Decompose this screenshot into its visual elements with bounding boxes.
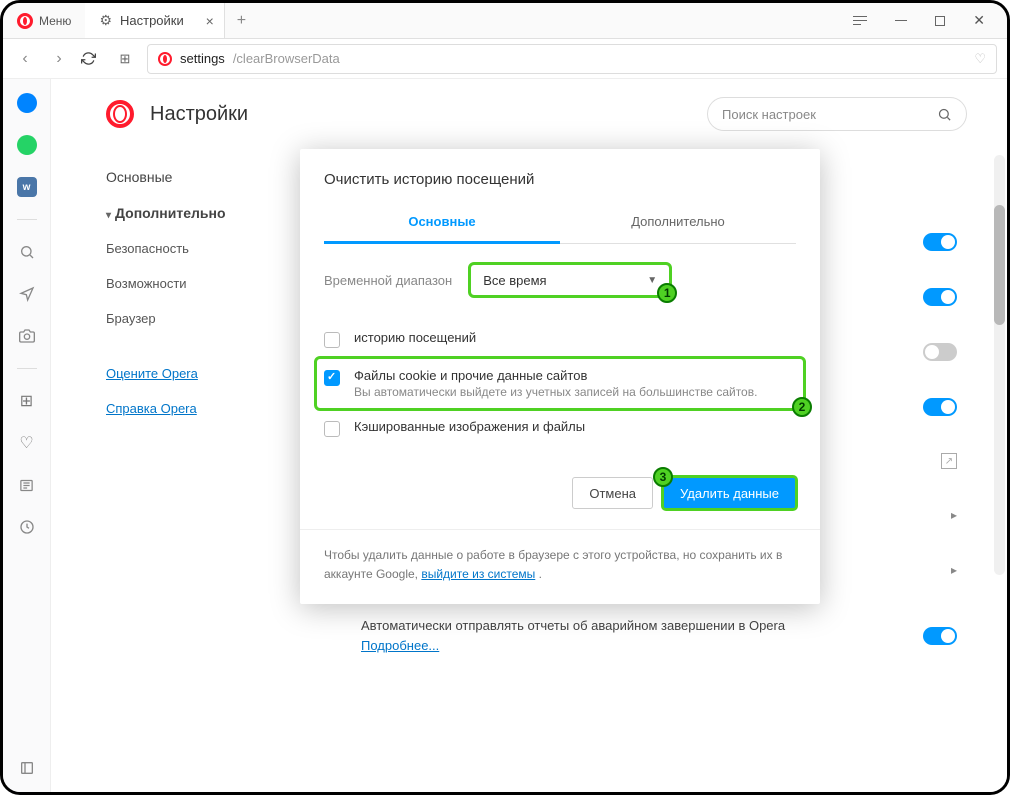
search-icon (937, 107, 952, 122)
sidebar-settings-icon[interactable] (17, 758, 37, 778)
scrollbar-track[interactable] (994, 155, 1005, 575)
maximize-button[interactable] (935, 16, 945, 26)
dialog-actions: Отмена Удалить данные 3 (300, 447, 820, 529)
menu-label: Меню (39, 14, 71, 28)
chevron-down-icon: ▼ (647, 275, 657, 286)
clear-data-button[interactable]: Удалить данные (663, 477, 796, 509)
time-range-label: Временной диапазон (324, 273, 452, 288)
chevron-right-icon: ▸ (951, 508, 957, 522)
news-icon[interactable] (17, 475, 37, 495)
new-tab-button[interactable]: + (225, 12, 258, 30)
bookmarks-icon[interactable]: ♡ (17, 433, 37, 453)
toggle-switch[interactable] (923, 627, 957, 645)
checkbox[interactable] (324, 421, 340, 437)
flow-icon[interactable] (17, 284, 37, 304)
check-label: Кэшированные изображения и файлы (354, 419, 585, 434)
speed-dial-icon[interactable]: ⊞ (17, 391, 37, 411)
annotation-badge-1: 1 (657, 283, 677, 303)
settings-nav: Основные Дополнительно Безопасность Возм… (106, 159, 271, 426)
dialog-body: Временной диапазон Все время ▼ 1 историю… (300, 244, 820, 447)
opera-logo-icon (17, 13, 33, 29)
checkbox[interactable] (324, 370, 340, 386)
nav-advanced[interactable]: Дополнительно (106, 195, 271, 231)
chevron-right-icon: ▸ (951, 563, 957, 577)
snapshot-icon[interactable] (17, 326, 37, 346)
tab-settings[interactable]: ⚙ Настройки × (85, 3, 224, 38)
time-range-row: Временной диапазон Все время ▼ 1 (324, 264, 796, 296)
settings-page: Настройки Поиск настроек Основные Дополн… (51, 79, 1007, 792)
opera-menu-button[interactable]: Меню (3, 3, 85, 38)
gear-icon: ⚙ (99, 12, 112, 29)
dialog-title: Очистить историю посещений (300, 149, 820, 202)
window-controls: ✕ (853, 12, 1007, 29)
check-cookies[interactable]: Файлы cookie и прочие данные сайтов Вы а… (316, 358, 804, 409)
close-button[interactable]: ✕ (973, 12, 985, 29)
address-bar: ‹ › ⊞ settings/clearBrowserData ♡ (3, 39, 1007, 79)
sidebar: w ⊞ ♡ (3, 79, 51, 792)
opera-page-icon (158, 52, 172, 66)
page-header: Настройки Поиск настроек (51, 79, 1007, 145)
toggle-switch[interactable] (923, 288, 957, 306)
settings-search[interactable]: Поиск настроек (707, 97, 967, 131)
sign-out-link[interactable]: выйдите из системы (421, 567, 535, 581)
check-label: Файлы cookie и прочие данные сайтов (354, 368, 757, 383)
nav-features[interactable]: Возможности (106, 266, 271, 301)
annotation-badge-2: 2 (792, 397, 812, 417)
whatsapp-icon[interactable] (17, 135, 37, 155)
check-label: историю посещений (354, 330, 476, 345)
check-cache[interactable]: Кэшированные изображения и файлы (324, 409, 796, 447)
reload-button[interactable] (81, 51, 103, 66)
vk-icon[interactable]: w (17, 177, 37, 197)
toggle-switch[interactable] (923, 343, 957, 361)
checkbox[interactable] (324, 332, 340, 348)
tab-basic[interactable]: Основные (324, 202, 560, 244)
history-icon[interactable] (17, 517, 37, 537)
minimize-button[interactable] (895, 20, 907, 21)
check-sublabel: Вы автоматически выйдете из учетных запи… (354, 385, 757, 399)
tab-title: Настройки (120, 13, 184, 28)
nav-security[interactable]: Безопасность (106, 231, 271, 266)
back-button[interactable]: ‹ (13, 50, 37, 68)
time-range-value: Все время (483, 273, 546, 288)
url-host: settings (180, 51, 225, 66)
divider (17, 219, 37, 220)
forward-button[interactable]: › (47, 50, 71, 68)
search-placeholder: Поиск настроек (722, 107, 816, 122)
annotation-badge-3: 3 (653, 467, 673, 487)
check-history[interactable]: историю посещений (324, 320, 796, 358)
opera-logo-icon (106, 100, 134, 128)
speed-dial-button[interactable]: ⊞ (113, 51, 137, 67)
scrollbar-thumb[interactable] (994, 205, 1005, 325)
tab-advanced[interactable]: Дополнительно (560, 202, 796, 243)
time-range-select[interactable]: Все время ▼ 1 (470, 264, 670, 296)
nav-browser[interactable]: Браузер (106, 301, 271, 336)
dialog-tabs: Основные Дополнительно (324, 202, 796, 244)
close-icon[interactable]: × (206, 13, 214, 29)
toggle-switch[interactable] (923, 233, 957, 251)
nav-help[interactable]: Справка Opera (106, 391, 271, 426)
messenger-icon[interactable] (17, 93, 37, 113)
browser-window: Меню ⚙ Настройки × + ✕ ‹ › ⊞ settings/cl… (0, 0, 1010, 795)
search-icon[interactable] (17, 242, 37, 262)
cancel-button[interactable]: Отмена (572, 477, 653, 509)
clear-data-dialog: Очистить историю посещений Основные Допо… (300, 149, 820, 604)
bookmark-icon[interactable]: ♡ (974, 51, 986, 67)
url-path: /clearBrowserData (233, 51, 340, 66)
page-title: Настройки (150, 103, 248, 126)
learn-more-link[interactable]: Подробнее... (361, 638, 439, 653)
divider (17, 368, 37, 369)
setting-row[interactable]: Автоматически отправлять отчеты об авари… (351, 598, 967, 673)
nav-basic[interactable]: Основные (106, 159, 271, 195)
nav-rate[interactable]: Оцените Opera (106, 356, 271, 391)
dialog-footer: Чтобы удалить данные о работе в браузере… (300, 529, 820, 604)
easy-setup-icon[interactable] (853, 16, 867, 25)
toggle-switch[interactable] (923, 398, 957, 416)
url-field[interactable]: settings/clearBrowserData ♡ (147, 44, 997, 74)
external-link-icon: ↗ (941, 453, 957, 469)
titlebar: Меню ⚙ Настройки × + ✕ (3, 3, 1007, 39)
